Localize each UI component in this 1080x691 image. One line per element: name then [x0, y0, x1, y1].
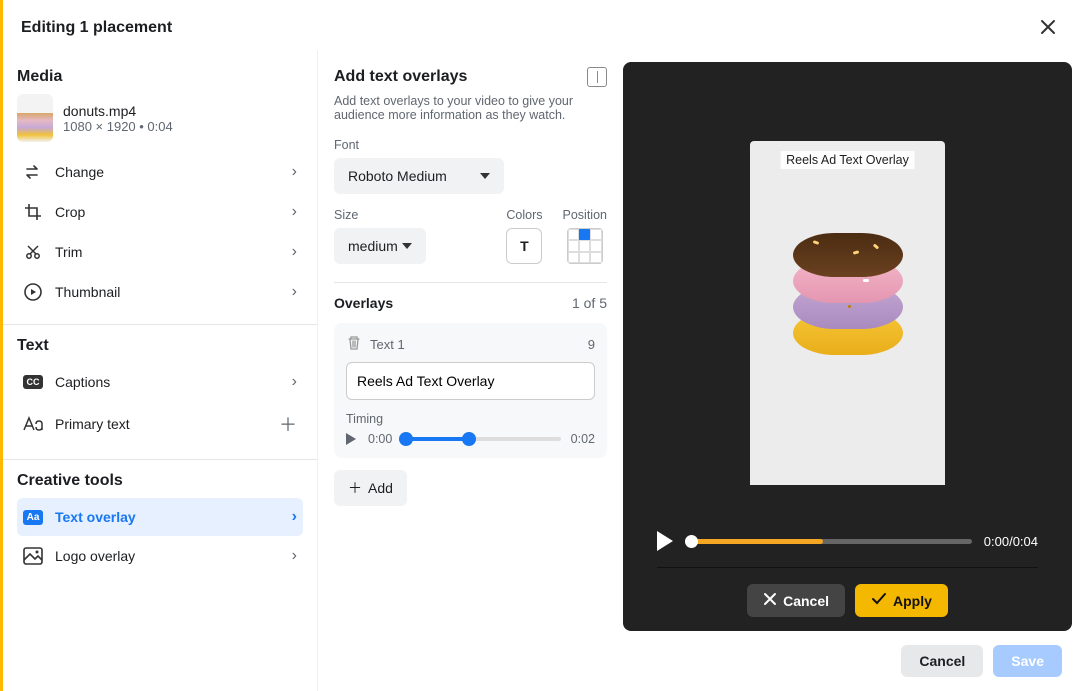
- divider: [3, 324, 317, 325]
- menu-change[interactable]: Change ›: [17, 152, 303, 192]
- media-meta: 1080 × 1920 • 0:04: [63, 119, 173, 134]
- overlay-panel-desc: Add text overlays to your video to give …: [334, 94, 607, 122]
- media-thumbnail: [17, 94, 53, 142]
- menu-captions-label: Captions: [55, 374, 280, 390]
- close-icon: [763, 592, 777, 609]
- font-select[interactable]: Roboto Medium: [334, 158, 504, 194]
- logo-overlay-icon: [23, 546, 43, 566]
- menu-crop-label: Crop: [55, 204, 280, 220]
- preview-cancel-button[interactable]: Cancel: [747, 584, 845, 617]
- menu-thumbnail-label: Thumbnail: [55, 284, 280, 300]
- panel-toggle-icon[interactable]: [587, 67, 607, 87]
- size-label: Size: [334, 208, 486, 222]
- add-overlay-button[interactable]: ＋ Add: [334, 470, 407, 506]
- position-picker[interactable]: [567, 228, 603, 264]
- menu-logo-overlay[interactable]: Logo overlay ›: [17, 536, 303, 576]
- divider: [334, 282, 607, 283]
- menu-thumbnail[interactable]: Thumbnail ›: [17, 272, 303, 312]
- menu-text-overlay[interactable]: Aa Text overlay ›: [17, 498, 303, 536]
- menu-captions[interactable]: CC Captions ›: [17, 363, 303, 401]
- chevron-right-icon: ›: [292, 508, 297, 526]
- media-filename: donuts.mp4: [63, 103, 173, 119]
- overlay-item: Text 1 9 Timing 0:00 0:02: [334, 323, 607, 458]
- chevron-right-icon: ›: [292, 373, 297, 391]
- preview-cancel-label: Cancel: [783, 593, 829, 609]
- timing-handle-start[interactable]: [399, 432, 413, 446]
- position-top-center[interactable]: [579, 229, 590, 240]
- menu-crop[interactable]: Crop ›: [17, 192, 303, 232]
- overlay-item-points: 9: [588, 337, 595, 352]
- menu-trim[interactable]: Trim ›: [17, 232, 303, 272]
- menu-logo-overlay-label: Logo overlay: [55, 548, 280, 564]
- preview-panel: Reels Ad Text Overlay: [623, 62, 1072, 631]
- chevron-right-icon: ›: [292, 203, 297, 221]
- thumbnail-icon: [23, 282, 43, 302]
- media-summary: donuts.mp4 1080 × 1920 • 0:04: [17, 94, 303, 142]
- color-picker[interactable]: T: [506, 228, 542, 264]
- menu-text-overlay-label: Text overlay: [55, 509, 280, 525]
- menu-primary-text[interactable]: Primary text ＋: [17, 401, 303, 447]
- menu-primary-text-label: Primary text: [55, 416, 267, 432]
- position-label: Position: [563, 208, 607, 222]
- overlays-label: Overlays: [334, 295, 572, 311]
- preview-play-button[interactable]: [657, 531, 673, 551]
- plus-icon: ＋: [279, 411, 297, 437]
- chevron-right-icon: ›: [292, 547, 297, 565]
- close-button[interactable]: [1034, 14, 1062, 42]
- menu-trim-label: Trim: [55, 244, 280, 260]
- primary-text-icon: [23, 414, 43, 434]
- timing-handle-end[interactable]: [462, 432, 476, 446]
- timing-slider[interactable]: [402, 437, 560, 441]
- preview-apply-label: Apply: [893, 593, 932, 609]
- chevron-right-icon: ›: [292, 163, 297, 181]
- captions-icon: CC: [23, 375, 43, 389]
- timing-start: 0:00: [368, 432, 392, 446]
- font-value: Roboto Medium: [348, 168, 480, 184]
- menu-change-label: Change: [55, 164, 280, 180]
- plus-icon: ＋: [348, 478, 362, 498]
- tools-heading: Creative tools: [17, 472, 303, 490]
- chevron-right-icon: ›: [292, 243, 297, 261]
- caret-down-icon: [480, 173, 490, 179]
- check-icon: [871, 592, 887, 609]
- overlay-text-input[interactable]: [346, 362, 595, 400]
- crop-icon: [23, 202, 43, 222]
- preview-seek-handle[interactable]: [685, 535, 698, 548]
- timing-label: Timing: [346, 412, 595, 426]
- footer-save-button[interactable]: Save: [993, 645, 1062, 677]
- trim-icon: [23, 242, 43, 262]
- size-select[interactable]: medium: [334, 228, 426, 264]
- overlay-panel-title: Add text overlays: [334, 68, 579, 86]
- text-overlay-icon: Aa: [23, 510, 43, 525]
- text-heading: Text: [17, 337, 303, 355]
- media-heading: Media: [17, 68, 303, 86]
- close-icon: [1039, 18, 1057, 39]
- timing-play-button[interactable]: [346, 433, 358, 445]
- preview-content-image: [793, 251, 903, 355]
- overlays-count: 1 of 5: [572, 295, 607, 311]
- size-value: medium: [348, 238, 402, 254]
- swap-icon: [23, 162, 43, 182]
- preview-overlay-text: Reels Ad Text Overlay: [780, 151, 915, 169]
- delete-overlay-button[interactable]: [346, 335, 362, 354]
- caret-down-icon: [402, 243, 412, 249]
- overlay-item-name: Text 1: [370, 337, 588, 352]
- add-overlay-label: Add: [368, 480, 393, 496]
- preview-seek-slider[interactable]: [685, 539, 972, 544]
- chevron-right-icon: ›: [292, 283, 297, 301]
- video-preview: Reels Ad Text Overlay: [750, 141, 945, 485]
- preview-time: 0:00/0:04: [984, 534, 1038, 549]
- timing-end: 0:02: [571, 432, 595, 446]
- font-label: Font: [334, 138, 607, 152]
- preview-apply-button[interactable]: Apply: [855, 584, 948, 617]
- footer-cancel-button[interactable]: Cancel: [901, 645, 983, 677]
- colors-label: Colors: [506, 208, 542, 222]
- page-title: Editing 1 placement: [21, 19, 1034, 37]
- divider: [3, 459, 317, 460]
